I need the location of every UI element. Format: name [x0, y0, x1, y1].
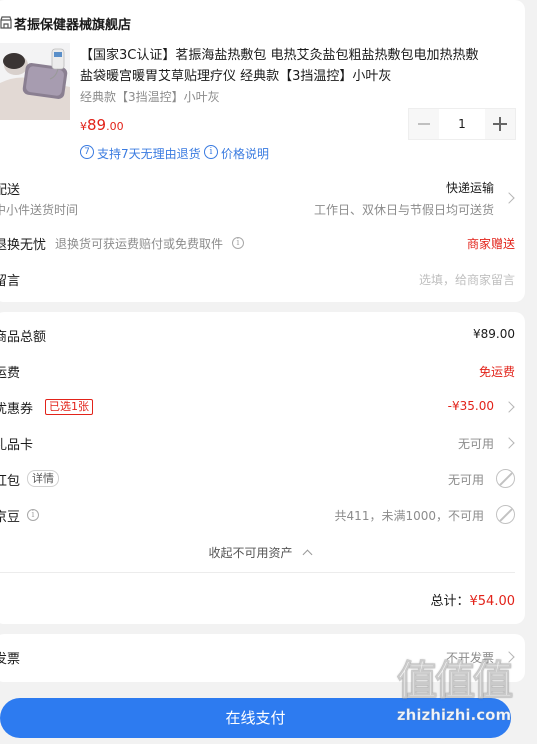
delivery-label: 配送 — [0, 183, 21, 198]
collapse-assets-toggle[interactable]: 收起不可用资产 — [0, 542, 525, 562]
product-title-line-1: 【国家3C认证】茗振海盐热敷包 电热艾灸盐包粗盐热敷包电加热热敷 — [80, 48, 479, 63]
heat-pad-image — [0, 43, 70, 120]
decrease-button[interactable] — [409, 109, 439, 139]
red-packet-row: 红包 详情 无可用 — [0, 469, 525, 491]
gift-card-value: 无可用 — [457, 437, 494, 451]
guarantee-row[interactable]: 7 支持7天无理由退货 i 价格说明 — [80, 145, 380, 161]
watermark-logo: 值值值 — [397, 658, 514, 705]
divider — [0, 572, 515, 573]
return-row[interactable]: 退换无忧 退换货可获运费赔付或免费取件 i 商家赠送 — [0, 234, 525, 254]
jd-bean-info-icon[interactable]: i — [27, 509, 39, 521]
total-value: ¥54.00 — [469, 594, 516, 609]
store-name: 茗振保健器械旗舰店 — [14, 18, 132, 33]
freight-row: 运费 免运费 — [0, 362, 525, 382]
product-variant[interactable]: 经典款【3挡温控】小叶灰 — [80, 88, 220, 105]
red-packet-detail-button[interactable]: 详情 — [27, 470, 59, 487]
message-input[interactable]: 选填，给商家留言 — [419, 271, 515, 288]
message-label: 留言 — [0, 274, 21, 289]
watermark-url: zhizhizhi.com — [396, 706, 512, 725]
goods-total-value: ¥89.00 — [473, 327, 515, 341]
product-price: ¥89.00 — [80, 115, 124, 134]
red-packet-label: 红包 — [0, 474, 21, 489]
delivery-sub-label: 中小件送货时间 — [0, 203, 79, 217]
jd-bean-label: 京豆 — [0, 510, 21, 525]
message-row[interactable]: 留言 选填，给商家留言 — [0, 270, 525, 290]
coupon-chevron-icon — [503, 401, 515, 413]
coupon-badge: 已选1张 — [45, 399, 93, 415]
quantity-stepper: 1 — [408, 108, 516, 140]
goods-total-label: 商品总额 — [0, 330, 47, 345]
goods-total-row: 商品总额 ¥89.00 — [0, 326, 525, 346]
freight-value: 免运费 — [478, 365, 515, 379]
coupon-value: -¥35.00 — [447, 399, 494, 413]
collapse-assets-text: 收起不可用资产 — [208, 546, 293, 560]
return-label: 退换无忧 — [0, 238, 47, 253]
price-integer: 89 — [87, 116, 107, 134]
summary-card: 商品总额 ¥89.00 运费 免运费 优惠券 已选1张 -¥35.00 礼品卡 … — [0, 312, 525, 624]
chevron-up-icon — [302, 549, 312, 560]
guarantee-text: 支持7天无理由退货 — [97, 147, 201, 161]
gift-card-label: 礼品卡 — [0, 438, 34, 453]
red-packet-value: 无可用 — [447, 473, 484, 487]
coupon-label: 优惠券 — [0, 402, 34, 417]
price-explain-link[interactable]: 价格说明 — [221, 145, 269, 162]
price-info-icon: i — [204, 145, 218, 159]
delivery-row[interactable]: 配送 中小件送货时间 快递运输 工作日、双休日与节假日均可送货 — [0, 176, 525, 220]
product-title[interactable]: 【国家3C认证】茗振海盐热敷包 电热艾灸盐包粗盐热敷包电加热热敷 盐袋暖宫暖胃艾… — [80, 45, 514, 87]
delivery-method: 快递运输 — [445, 181, 494, 195]
seven-day-icon: 7 — [80, 145, 94, 159]
freight-label: 运费 — [0, 366, 21, 381]
delivery-chevron-icon — [503, 192, 515, 204]
invoice-label: 发票 — [0, 652, 21, 667]
jd-bean-value: 共411，未满1000，不可用 — [334, 509, 484, 523]
product-title-line-2: 盐袋暖宫暖胃艾草贴理疗仪 经典款【3挡温控】小叶灰 — [80, 69, 392, 84]
jd-bean-disabled-icon — [496, 505, 515, 524]
store-icon — [0, 16, 12, 29]
gift-card-chevron-icon — [503, 437, 515, 449]
coupon-row[interactable]: 优惠券 已选1张 -¥35.00 — [0, 398, 525, 418]
increase-button[interactable] — [485, 109, 515, 139]
return-desc: 退换货可获运费赔付或免费取件 — [55, 237, 224, 251]
return-info-icon[interactable]: i — [232, 237, 244, 249]
jd-bean-row: 京豆 i 共411，未满1000，不可用 — [0, 505, 525, 527]
total-row: 总计：¥54.00 — [0, 590, 525, 610]
product-image[interactable] — [0, 43, 70, 120]
gift-card-row[interactable]: 礼品卡 无可用 — [0, 434, 525, 454]
delivery-time: 工作日、双休日与节假日均可送货 — [313, 203, 494, 217]
quantity-value[interactable]: 1 — [439, 109, 485, 139]
price-decimal: .00 — [106, 120, 124, 133]
order-card: 茗振保健器械旗舰店 【国家3C认证】茗振海盐热敷包 电热艾灸盐包粗盐热敷包电加热… — [0, 0, 525, 302]
total-label: 总计： — [430, 594, 470, 609]
price-symbol: ¥ — [80, 120, 87, 133]
red-packet-disabled-icon — [496, 469, 515, 488]
site-watermark: 值值值 zhizhizhi.com — [379, 656, 529, 738]
return-value: 商家赠送 — [466, 237, 515, 251]
